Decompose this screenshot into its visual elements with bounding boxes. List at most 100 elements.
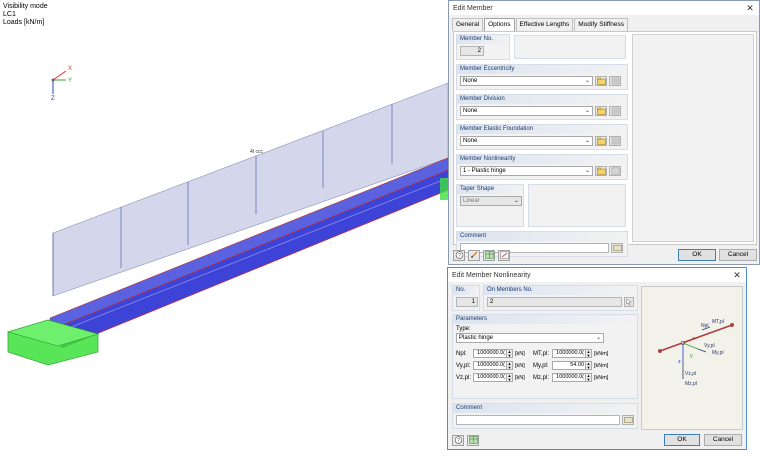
help-button[interactable]: ?: [453, 249, 465, 261]
tab-options[interactable]: Options: [484, 18, 515, 31]
chevron-down-icon: ⌄: [584, 168, 590, 174]
member-no-field: 2: [460, 46, 484, 56]
select-button[interactable]: [498, 249, 510, 261]
rename-button[interactable]: [468, 249, 480, 261]
dialog-title: Edit Member: [453, 4, 493, 12]
vzpl-label: Vz,pl:: [456, 374, 472, 381]
param-row-1: Npl: 1000000.0( ▲ ▼ [kN] MT,pl: 1000000.0…: [456, 349, 634, 358]
taper-select: Linear ⌄: [460, 196, 522, 206]
mypl-label: My,pl:: [533, 362, 549, 369]
nl-no-group: No. 1: [452, 285, 480, 311]
edit-nonlinearity-footer: ? OK Cancel: [448, 431, 746, 449]
type-value: Plastic hinge: [459, 335, 494, 341]
param-row-3: Vz,pl: 1000000.0( ▲ ▼ [kN] Mz,pl: 1000000…: [456, 373, 634, 382]
chevron-down-icon: ⌄: [584, 138, 590, 144]
new-nonlinearity-button[interactable]: [595, 166, 607, 176]
edit-nonlinearity-dialog[interactable]: Edit Member Nonlinearity ✕ No. 1 On Memb…: [447, 267, 747, 450]
cancel-button[interactable]: Cancel: [719, 249, 757, 261]
mzpl-unit: [kNm]: [594, 374, 609, 381]
eccentricity-value: None: [463, 78, 478, 84]
table-icon: [468, 436, 478, 444]
mzpl-input[interactable]: 1000000.0(: [552, 373, 586, 382]
division-value: None: [463, 108, 478, 114]
pencil-icon: [470, 251, 477, 258]
npl-unit: [kN]: [515, 350, 525, 357]
mtpl-input[interactable]: 1000000.0(: [552, 349, 586, 358]
load-value-label: 4t ccc: [250, 149, 264, 155]
taper-preview: [528, 184, 626, 227]
table-button[interactable]: [483, 249, 495, 261]
edit-icon: [611, 107, 619, 115]
edit-eccentricity-button[interactable]: [609, 76, 621, 86]
tab-modify-stiffness[interactable]: Modify Stiffness: [574, 18, 629, 31]
new-foundation-button[interactable]: [595, 136, 607, 146]
eccentricity-group: Member Eccentricity None ⌄: [456, 64, 628, 90]
foundation-select[interactable]: None ⌄: [460, 136, 593, 146]
tab-bar: General Options Effective Lengths Modify…: [449, 15, 759, 31]
eccentricity-select[interactable]: None ⌄: [460, 76, 593, 86]
npl-input[interactable]: 1000000.0(: [473, 349, 507, 358]
nl-table-button[interactable]: [467, 434, 479, 446]
diagram-y-label: y: [690, 353, 693, 359]
diagram-x-label: x: [692, 336, 695, 342]
edit-member-dialog[interactable]: Edit Member ✕ General Options Effective …: [448, 0, 760, 265]
foundation-group: Member Elastic Foundation None ⌄: [456, 124, 628, 150]
chevron-down-icon: ⌄: [584, 78, 590, 84]
nl-comment-library-button[interactable]: [622, 415, 634, 425]
axis-x-label: X: [68, 66, 72, 72]
edit-nonlinearity-titlebar[interactable]: Edit Member Nonlinearity ✕: [448, 268, 746, 282]
mypl-input[interactable]: 54.00: [552, 361, 586, 370]
vzpl-unit: [kN]: [515, 374, 525, 381]
close-icon[interactable]: ✕: [732, 270, 742, 280]
nl-no-label: No.: [453, 286, 479, 295]
edit-division-button[interactable]: [609, 106, 621, 116]
new-eccentricity-button[interactable]: [595, 76, 607, 86]
taper-label: Taper Shape: [457, 185, 523, 194]
mtpl-label: MT,pl:: [533, 350, 550, 357]
new-division-button[interactable]: [595, 106, 607, 116]
edit-member-titlebar[interactable]: Edit Member ✕: [449, 1, 759, 15]
help-icon: ?: [454, 436, 462, 444]
edit-nonlinearity-button[interactable]: [609, 166, 621, 176]
parameters-label: Parameters: [453, 315, 637, 324]
nonlinearity-label: Member Nonlinearity: [457, 155, 627, 164]
nl-ok-button[interactable]: OK: [664, 434, 700, 446]
nonlinearity-select[interactable]: 1 - Plastic hinge ⌄: [460, 166, 593, 176]
nl-cancel-button[interactable]: Cancel: [704, 434, 742, 446]
dialog-title: Edit Member Nonlinearity: [452, 271, 531, 279]
folder-new-icon: [596, 107, 606, 115]
folder-new-icon: [596, 137, 606, 145]
on-members-field[interactable]: 2: [487, 297, 622, 307]
close-icon[interactable]: ✕: [745, 3, 755, 13]
on-members-label: On Members No.: [484, 286, 637, 295]
folder-new-icon: [596, 167, 606, 175]
comment-icon: [623, 417, 633, 423]
edit-icon: [611, 167, 619, 175]
chevron-down-icon: ⌄: [584, 108, 590, 114]
member-no-spacer: [514, 35, 626, 59]
axis-triad: X Y Z: [51, 66, 72, 102]
division-group: Member Division None ⌄: [456, 94, 628, 120]
on-members-group: On Members No. 2: [483, 285, 638, 311]
vzpl-input[interactable]: 1000000.0(: [473, 373, 507, 382]
tab-effective-lengths[interactable]: Effective Lengths: [515, 18, 574, 31]
taper-group: Taper Shape Linear ⌄: [456, 184, 524, 227]
nl-help-button[interactable]: ?: [452, 434, 464, 446]
foundation-value: None: [463, 138, 478, 144]
ok-button[interactable]: OK: [678, 249, 716, 261]
plastic-hinge-diagram: x y z Npl MT,pl Vy,pl My,pl Vz,pl Mz,pl: [641, 286, 743, 430]
help-icon: ?: [455, 251, 463, 259]
nl-comment-input[interactable]: [456, 415, 620, 425]
eccentricity-label: Member Eccentricity: [457, 65, 627, 74]
division-select[interactable]: None ⌄: [460, 106, 593, 116]
type-select[interactable]: Plastic hinge ⌄: [456, 333, 604, 343]
vypl-unit: [kN]: [515, 362, 525, 369]
pick-members-button[interactable]: [624, 297, 634, 307]
npl-label: Npl:: [456, 350, 467, 357]
edit-foundation-button[interactable]: [609, 136, 621, 146]
chevron-down-icon: ⌄: [513, 198, 519, 204]
tab-general[interactable]: General: [452, 18, 484, 31]
mzpl-label: Mz,pl:: [533, 374, 550, 381]
member-no-label: Member No.: [457, 35, 509, 44]
vypl-input[interactable]: 1000000.0(: [473, 361, 507, 370]
